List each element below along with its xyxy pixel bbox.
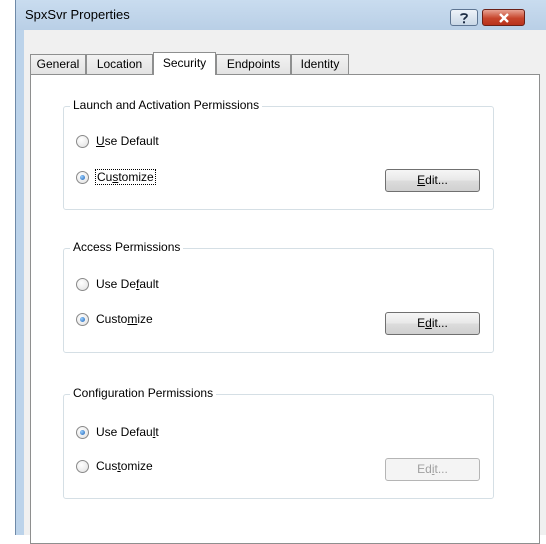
properties-window: SpxSvr Properties General Location Secur… xyxy=(15,0,546,544)
group-title: Access Permissions xyxy=(70,240,184,254)
radio-label: Use Default xyxy=(96,277,159,291)
radio-button[interactable] xyxy=(76,277,89,291)
radio-button[interactable] xyxy=(76,134,89,148)
help-button[interactable] xyxy=(450,9,478,26)
radio-button[interactable] xyxy=(76,425,89,439)
configuration-permissions-group: Configuration Permissions Use Default Cu… xyxy=(63,386,494,499)
radio-label: Use Default xyxy=(96,425,159,439)
tab-general[interactable]: General xyxy=(30,54,86,74)
config-use-default-option[interactable]: Use Default xyxy=(76,423,159,441)
tab-endpoints[interactable]: Endpoints xyxy=(216,54,291,74)
close-button[interactable] xyxy=(482,9,525,26)
launch-edit-button[interactable]: Edit... xyxy=(385,169,480,192)
tab-security[interactable]: Security xyxy=(153,52,216,75)
radio-label: Use Default xyxy=(96,134,159,148)
radio-button[interactable] xyxy=(76,170,89,184)
launch-customize-option[interactable]: Customize xyxy=(76,168,156,186)
radio-label: Customize xyxy=(95,169,156,185)
radio-label: Customize xyxy=(96,459,153,473)
title-bar[interactable]: SpxSvr Properties xyxy=(16,0,546,30)
access-permissions-group: Access Permissions Use Default Customize… xyxy=(63,240,494,353)
radio-label: Customize xyxy=(96,312,153,326)
close-icon xyxy=(498,12,510,23)
window-title: SpxSvr Properties xyxy=(25,7,130,22)
launch-activation-group: Launch and Activation Permissions Use De… xyxy=(63,98,494,210)
help-icon xyxy=(459,12,469,24)
security-panel: Launch and Activation Permissions Use De… xyxy=(30,74,540,544)
config-customize-option[interactable]: Customize xyxy=(76,457,153,475)
radio-button[interactable] xyxy=(76,312,89,326)
access-use-default-option[interactable]: Use Default xyxy=(76,275,159,293)
group-title: Launch and Activation Permissions xyxy=(70,98,263,112)
group-title: Configuration Permissions xyxy=(70,386,217,400)
dialog-body: General Location Security Endpoints Iden… xyxy=(24,30,546,544)
radio-button[interactable] xyxy=(76,459,89,473)
launch-use-default-option[interactable]: Use Default xyxy=(76,132,159,150)
access-edit-button[interactable]: Edit... xyxy=(385,312,480,335)
tab-identity[interactable]: Identity xyxy=(291,54,349,74)
tab-location[interactable]: Location xyxy=(86,54,153,74)
access-customize-option[interactable]: Customize xyxy=(76,310,153,328)
config-edit-button[interactable]: Edit... xyxy=(385,458,480,481)
